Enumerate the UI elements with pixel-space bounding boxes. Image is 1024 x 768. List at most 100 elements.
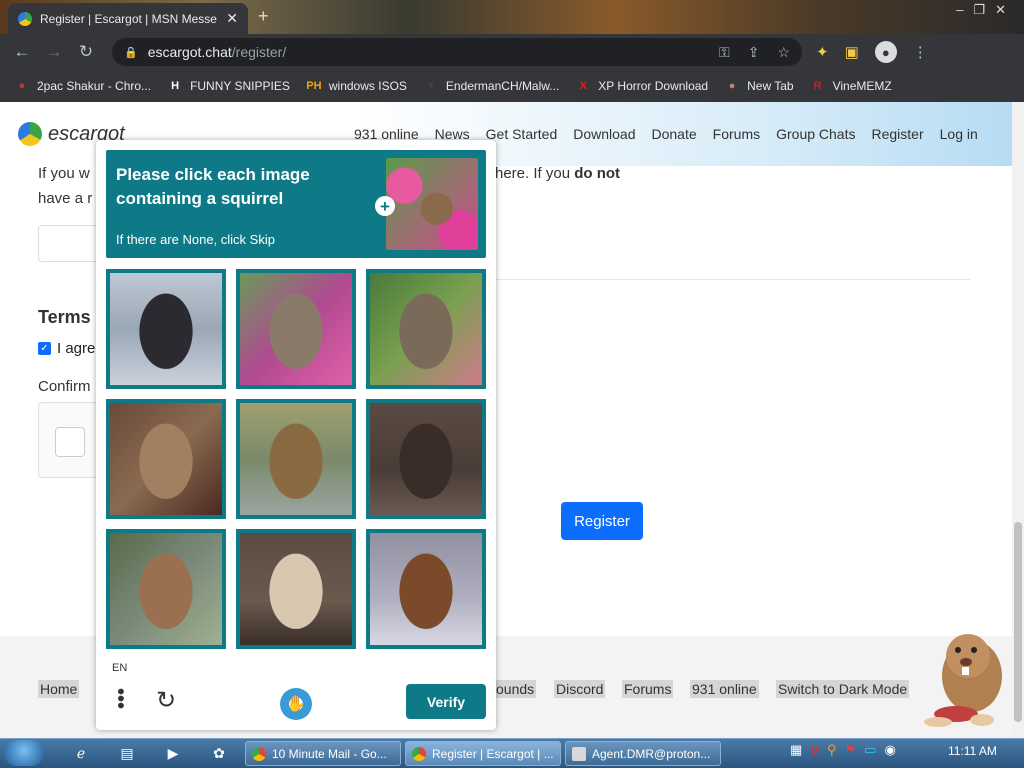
footer-link-4[interactable]: 931 online <box>690 680 759 698</box>
forward-arrow-icon[interactable]: → <box>38 42 70 62</box>
chrome-icon <box>412 746 426 761</box>
extensions-puzzle-icon[interactable]: ✦ <box>816 43 829 61</box>
address-bar[interactable]: 🔒 escargot.chat/register/ ⚿ ⇪ ☆ <box>112 38 802 66</box>
captcha-menu-icon[interactable]: ••• <box>109 688 131 709</box>
url-path: /register/ <box>231 44 287 60</box>
minimize-icon[interactable]: – <box>956 2 973 17</box>
expand-example-icon[interactable]: + <box>375 196 395 216</box>
taskbar-window-10-minute-mail[interactable]: 10 Minute Mail - Go... <box>245 741 401 766</box>
new-tab-button[interactable]: + <box>258 6 269 27</box>
tab-title: Register | Escargot | MSN Messe <box>40 11 217 26</box>
captcha-checkbox[interactable] <box>55 427 85 457</box>
bookmark-6[interactable]: R VineMEMZ <box>810 78 892 94</box>
captcha-tile-squirrel-flowers[interactable] <box>236 269 356 389</box>
footer-link-1[interactable]: ounds <box>494 680 537 698</box>
captcha-tile-rabbit-pond[interactable] <box>236 399 356 519</box>
captcha-tile-image <box>110 533 222 645</box>
tray-volume-icon[interactable]: ◉ <box>884 742 895 758</box>
taskbar-clock[interactable]: 11:11 AM <box>948 744 997 758</box>
tray-flag-icon[interactable]: ⚑ <box>845 742 857 758</box>
start-button[interactable] <box>4 740 44 766</box>
agree-checkbox-row[interactable]: ✓ I agre <box>38 340 95 357</box>
intro-line-1-left: If you w <box>38 165 90 182</box>
nav-link-8[interactable]: Log in <box>940 126 978 142</box>
side-panel-icon[interactable]: ▣ <box>845 43 859 61</box>
paint-icon[interactable]: ✿ <box>206 742 232 764</box>
profile-avatar-icon[interactable]: ● <box>874 41 897 63</box>
r-icon: R <box>813 80 822 92</box>
tray-display-icon[interactable]: ▭ <box>864 742 876 758</box>
nav-link-3[interactable]: Download <box>573 126 635 142</box>
nav-link-4[interactable]: Donate <box>652 126 697 142</box>
bookmark-5[interactable]: ● New Tab <box>724 78 794 94</box>
captcha-language[interactable]: EN <box>112 662 127 674</box>
tab-register[interactable]: Register | Escargot | MSN Messe ✕ <box>8 3 248 34</box>
tray-search-icon[interactable]: ⚲ <box>827 742 837 758</box>
escargot-logo-icon <box>18 122 42 146</box>
register-button[interactable]: Register <box>561 502 643 540</box>
taskbar-window-label: Agent.DMR@proton... <box>592 746 711 761</box>
divider <box>470 279 970 280</box>
bookmark-label: FUNNY SNIPPIES <box>190 79 290 93</box>
terms-heading: Terms <box>38 307 91 327</box>
bookmark-label: 2pac Shakur - Chro... <box>37 79 152 93</box>
nav-link-7[interactable]: Register <box>871 126 923 142</box>
footer-link-0[interactable]: Home <box>38 680 80 698</box>
captcha-tile-rabbit-snow[interactable] <box>366 529 486 649</box>
bookmark-1[interactable]: H FUNNY SNIPPIES <box>167 78 290 94</box>
agree-checkbox[interactable]: ✓ <box>38 342 51 355</box>
reload-icon[interactable]: ↻ <box>70 42 102 62</box>
captcha-tile-squirrel-tree[interactable] <box>106 529 226 649</box>
nav-link-5[interactable]: Forums <box>713 126 760 142</box>
media-player-icon[interactable]: ▶ <box>160 742 186 764</box>
bookmark-label: VineMEMZ <box>832 79 892 93</box>
intro-bold: do not <box>574 165 621 182</box>
file-explorer-icon[interactable]: ▤ <box>114 742 140 764</box>
nav-link-6[interactable]: Group Chats <box>776 126 855 142</box>
bookmark-label: New Tab <box>747 79 794 93</box>
page-scrollbar[interactable] <box>1012 102 1024 738</box>
captcha-tile-squirrel-apple[interactable] <box>106 399 226 519</box>
captcha-header: Please click each image containing a squ… <box>106 150 486 258</box>
h-icon: H <box>171 80 180 92</box>
tray-network-icon[interactable]: ▦ <box>790 742 802 758</box>
captcha-tile-rabbit-water[interactable] <box>106 269 226 389</box>
bookmark-2[interactable]: PH windows ISOS <box>306 78 407 94</box>
intro-line-2-left: have a r <box>38 190 93 207</box>
bookmark-4[interactable]: X XP Horror Download <box>575 78 709 94</box>
scrollbar-thumb[interactable] <box>1014 522 1022 722</box>
taskbar-window-register-escargot[interactable]: Register | Escargot | ... <box>405 741 561 766</box>
globe-icon: ● <box>728 80 736 92</box>
footer-link-3[interactable]: Forums <box>622 680 674 698</box>
captcha-tile-squirrel-garden[interactable] <box>366 269 486 389</box>
x-icon: X <box>579 80 587 92</box>
restore-icon[interactable]: ❐ <box>973 2 995 17</box>
captcha-tile-image <box>240 533 352 645</box>
captcha-tile-image <box>110 273 222 385</box>
captcha-tile-dark-animal[interactable] <box>366 399 486 519</box>
key-icon[interactable]: ⚿ <box>719 44 730 61</box>
tray-v-icon[interactable]: V <box>810 743 819 758</box>
yp-icon: Y <box>427 80 435 92</box>
captcha-tile-image <box>240 403 352 515</box>
tab-close-icon[interactable]: ✕ <box>226 10 238 27</box>
intro-text: here. If you <box>495 165 575 182</box>
captcha-tile-rabbit-sitting[interactable] <box>236 529 356 649</box>
hcaptcha-logo-icon: ✋ <box>280 688 312 720</box>
kebab-menu-icon[interactable]: ⋮ <box>913 43 928 61</box>
nav-link-2[interactable]: Get Started <box>486 126 558 142</box>
share-icon[interactable]: ⇪ <box>748 44 760 61</box>
bookmark-0[interactable]: ● 2pac Shakur - Chro... <box>14 78 151 94</box>
footer-link-2[interactable]: Discord <box>554 680 606 698</box>
bookmark-star-icon[interactable]: ☆ <box>777 44 790 61</box>
bookmark-3[interactable]: Y EndermanCH/Malw... <box>423 78 559 94</box>
close-window-icon[interactable]: ✕ <box>995 2 1016 17</box>
taskbar-window-agent-dmr[interactable]: Agent.DMR@proton... <box>565 741 721 766</box>
captcha-refresh-icon[interactable]: ↻ <box>156 686 176 715</box>
window-controls[interactable]: –❐✕ <box>956 2 1016 18</box>
captcha-verify-button[interactable]: Verify <box>406 684 486 719</box>
url-host: escargot.chat <box>147 44 232 60</box>
back-arrow-icon[interactable]: ← <box>6 42 38 62</box>
internet-explorer-icon[interactable]: ℯ <box>68 742 94 764</box>
footer-link-5[interactable]: Switch to Dark Mode <box>776 680 910 698</box>
